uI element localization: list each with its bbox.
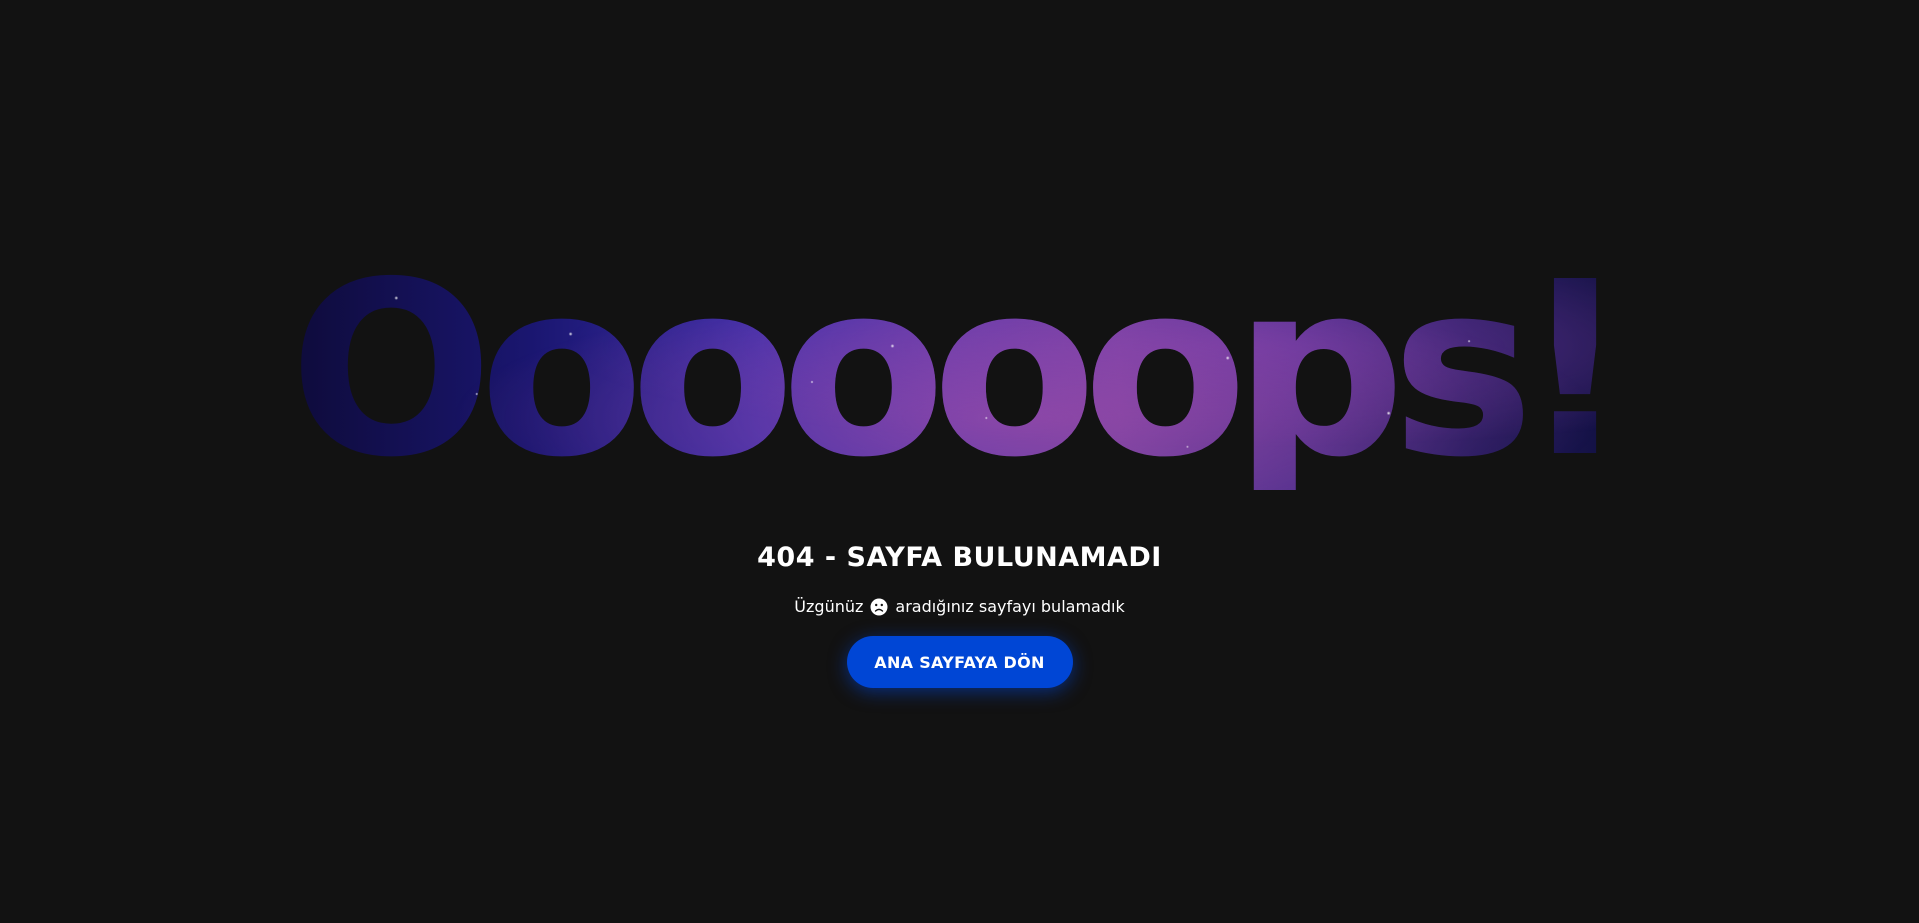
error-page: Oooooops! 404 - SAYFA BULUNAMADI Üzgünüz… <box>0 0 1919 923</box>
message-prefix: Üzgünüz <box>794 597 864 616</box>
oops-headline: Oooooops! <box>289 250 1630 490</box>
error-message: Üzgünüz aradığınız sayfayı bulamadık <box>794 594 1124 620</box>
hero-section: Oooooops! <box>0 250 1919 550</box>
home-button[interactable]: ANA SAYFAYA DÖN <box>846 636 1073 688</box>
message-suffix: aradığınız sayfayı bulamadık <box>895 597 1125 616</box>
sad-face-icon <box>869 597 889 617</box>
error-title: 404 - SAYFA BULUNAMADI <box>757 542 1162 573</box>
error-content: 404 - SAYFA BULUNAMADI Üzgünüz aradığını… <box>0 536 1919 688</box>
